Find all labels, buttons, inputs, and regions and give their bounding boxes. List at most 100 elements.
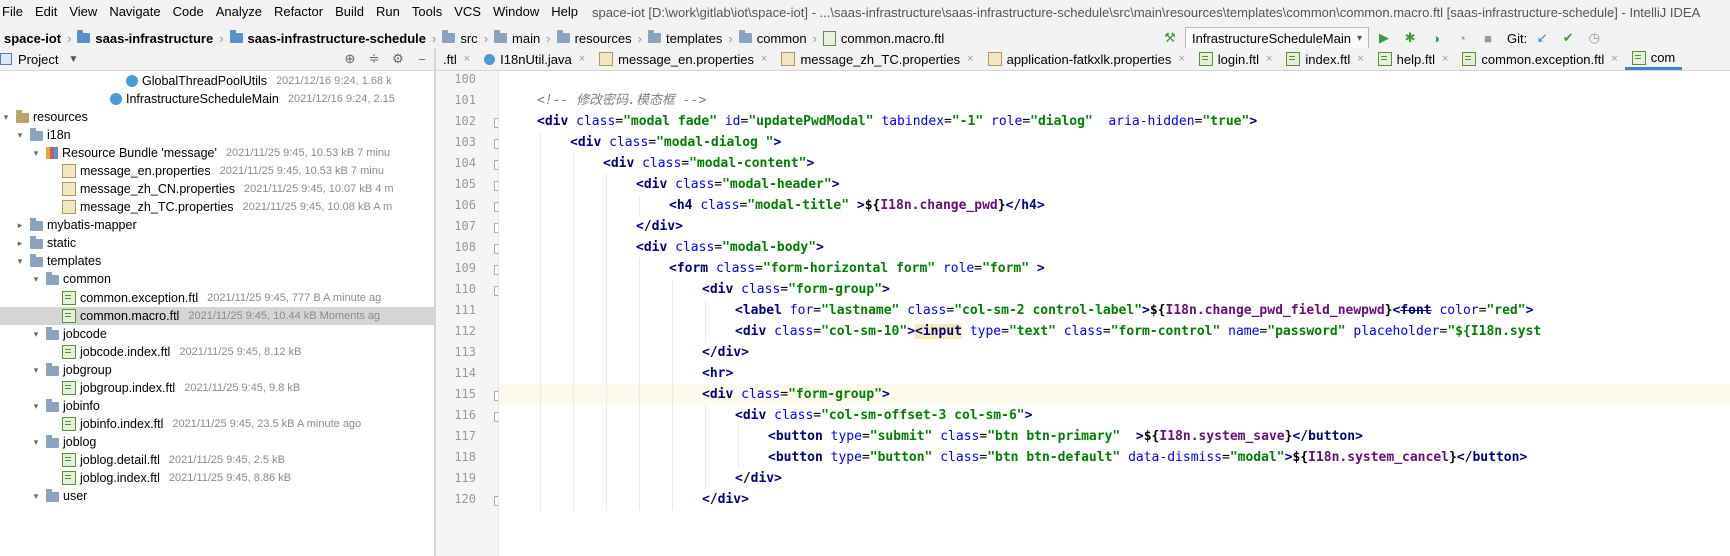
close-icon[interactable]: × [1178, 53, 1184, 65]
code-line[interactable]: <div class="form-group"> [499, 384, 1730, 405]
close-icon[interactable]: × [464, 53, 470, 65]
tree-item-ftl[interactable]: jobinfo.index.ftl 2021/11/25 9:45, 23.5 k… [0, 415, 434, 433]
chevron-down-icon[interactable]: ▾ [14, 256, 26, 267]
tree-item-props[interactable]: message_zh_CN.properties 2021/11/25 9:45,… [0, 180, 434, 198]
coverage-icon[interactable]: ◑ [1425, 27, 1447, 49]
breadcrumb-item[interactable]: templates [644, 30, 726, 46]
profile-icon[interactable]: ◔ [1451, 27, 1473, 49]
project-view-selector[interactable]: Project ▼ [0, 52, 78, 67]
menu-run[interactable]: Run [370, 0, 406, 24]
editor-tab[interactable]: help.ftl × [1371, 48, 1456, 70]
editor-tab[interactable]: application-fatkxlk.properties × [981, 48, 1192, 70]
code-line[interactable]: <div class="modal-body"> [499, 237, 1730, 258]
tree-item-folder[interactable]: ▾ i18n [0, 126, 434, 144]
breadcrumb-item[interactable]: main [490, 30, 544, 46]
editor-tab[interactable]: common.exception.ftl × [1455, 48, 1624, 70]
menu-build[interactable]: Build [329, 0, 370, 24]
run-icon[interactable]: ▶ [1373, 27, 1395, 49]
debug-icon[interactable]: ✱ [1399, 27, 1421, 49]
code-line[interactable]: </div> [499, 468, 1730, 489]
code-line[interactable]: </div> [499, 216, 1730, 237]
code-editor[interactable]: <!-- 修改密码.模态框 --> <div class="modal fade"… [499, 71, 1730, 556]
chevron-down-icon[interactable]: ▾ [14, 130, 26, 141]
code-line[interactable]: <div class="modal-header"> [499, 174, 1730, 195]
git-update-icon[interactable]: ↙ [1531, 27, 1553, 49]
chevron-down-icon[interactable]: ▾ [30, 148, 42, 159]
close-icon[interactable]: × [1357, 53, 1363, 65]
menu-analyze[interactable]: Analyze [210, 0, 268, 24]
editor-tab[interactable]: index.ftl × [1279, 48, 1370, 70]
code-line[interactable]: <!-- 修改密码.模态框 --> [499, 90, 1730, 111]
tree-item-ftl[interactable]: joblog.detail.ftl 2021/11/25 9:45, 2.5 kB [0, 451, 434, 469]
code-line[interactable]: <button type="button" class="btn btn-def… [499, 447, 1730, 468]
close-icon[interactable]: × [967, 53, 973, 65]
tree-item-folder[interactable]: ▾ joblog [0, 433, 434, 451]
tree-item-props[interactable]: message_zh_TC.properties 2021/11/25 9:45,… [0, 198, 434, 216]
breadcrumb-item[interactable]: saas-infrastructure [73, 30, 217, 46]
menu-view[interactable]: View [63, 0, 103, 24]
breadcrumb-item[interactable]: saas-infrastructure-schedule [226, 30, 430, 46]
code-line[interactable]: <div class="modal-content"> [499, 153, 1730, 174]
code-line[interactable]: <h4 class="modal-title" >${I18n.change_p… [499, 195, 1730, 216]
close-icon[interactable]: × [1442, 53, 1448, 65]
code-line[interactable] [499, 71, 1730, 90]
menu-file[interactable]: File [0, 0, 29, 24]
run-config-select[interactable]: InfrastructureScheduleMain ▾ [1185, 27, 1370, 49]
breadcrumb-item[interactable]: src [438, 30, 481, 46]
editor-tab[interactable]: com [1624, 48, 1683, 70]
code-line[interactable]: </div> [499, 342, 1730, 363]
code-line[interactable]: <hr> [499, 363, 1730, 384]
minimize-icon[interactable]: − [410, 52, 434, 67]
tree-item-class[interactable]: InfrastructureScheduleMain 2021/12/16 9:2… [0, 90, 434, 108]
breadcrumb-item[interactable]: common [735, 30, 811, 46]
stop-icon[interactable]: ■ [1477, 27, 1499, 49]
tree-item-ftl[interactable]: joblog.index.ftl 2021/11/25 9:45, 8.86 kB [0, 469, 434, 487]
editor-tab[interactable]: message_en.properties × [592, 48, 774, 70]
editor-tab[interactable]: .ftl × [436, 48, 477, 70]
menu-edit[interactable]: Edit [29, 0, 63, 24]
tree-item-folder[interactable]: ▾ jobgroup [0, 361, 434, 379]
menu-vcs[interactable]: VCS [448, 0, 487, 24]
code-line[interactable]: <div class="form-group"> [499, 279, 1730, 300]
gear-icon[interactable]: ⚙ [386, 51, 410, 67]
tree-item-ftl[interactable]: common.exception.ftl 2021/11/25 9:45, 777… [0, 289, 434, 307]
breadcrumb-item[interactable]: space-iot [0, 31, 65, 46]
tree-item-folder[interactable]: ▾ user [0, 487, 434, 505]
close-icon[interactable]: × [1266, 53, 1272, 65]
chevron-down-icon[interactable]: ▾ [30, 365, 42, 376]
editor-tab[interactable]: message_zh_TC.properties × [774, 48, 980, 70]
breadcrumb-item[interactable]: resources [553, 30, 636, 46]
chevron-down-icon[interactable]: ▾ [30, 274, 42, 285]
tree-item-ftl[interactable]: jobgroup.index.ftl 2021/11/25 9:45, 9.8 k… [0, 379, 434, 397]
chevron-down-icon[interactable]: ▾ [30, 491, 42, 502]
menu-navigate[interactable]: Navigate [103, 0, 166, 24]
code-line[interactable]: <div class="modal fade" id="updatePwdMod… [499, 111, 1730, 132]
code-line[interactable]: <form class="form-horizontal form" role=… [499, 258, 1730, 279]
close-icon[interactable]: × [761, 53, 767, 65]
editor-tab[interactable]: login.ftl × [1192, 48, 1280, 70]
close-icon[interactable]: × [1611, 53, 1617, 65]
git-commit-icon[interactable]: ✔ [1557, 27, 1579, 49]
tree-item-folder[interactable]: ▾ templates [0, 252, 434, 270]
tree-item-folder[interactable]: ▾ common [0, 270, 434, 288]
code-line[interactable]: <div class="col-sm-offset-3 col-sm-6"> [499, 405, 1730, 426]
code-line[interactable]: <div class="col-sm-10"><input type="text… [499, 321, 1730, 342]
chevron-right-icon[interactable]: ▸ [14, 238, 26, 249]
collapse-icon[interactable]: ≑ [362, 51, 386, 67]
close-icon[interactable]: × [579, 53, 585, 65]
code-line[interactable]: <label for="lastname" class="col-sm-2 co… [499, 300, 1730, 321]
git-history-icon[interactable]: ◷ [1583, 27, 1605, 49]
tree-item-class[interactable]: GlobalThreadPoolUtils 2021/12/16 9:24, 1.… [0, 72, 434, 90]
tree-item-bundle[interactable]: ▾ Resource Bundle 'message' 2021/11/25 9:4… [0, 144, 434, 162]
tree-item-ftl[interactable]: common.macro.ftl 2021/11/25 9:45, 10.44 k… [0, 307, 434, 325]
chevron-down-icon[interactable]: ▾ [30, 401, 42, 412]
tree-item-folder[interactable]: ▾ jobinfo [0, 397, 434, 415]
chevron-down-icon[interactable]: ▾ [0, 112, 12, 123]
tree-item-ftl[interactable]: jobcode.index.ftl 2021/11/25 9:45, 8.12 k… [0, 343, 434, 361]
chevron-right-icon[interactable]: ▸ [14, 220, 26, 231]
menu-tools[interactable]: Tools [406, 0, 448, 24]
menu-window[interactable]: Window [487, 0, 545, 24]
menu-help[interactable]: Help [545, 0, 584, 24]
tree-item-res-folder[interactable]: ▾ resources [0, 108, 434, 126]
code-line[interactable]: <button type="submit" class="btn btn-pri… [499, 426, 1730, 447]
